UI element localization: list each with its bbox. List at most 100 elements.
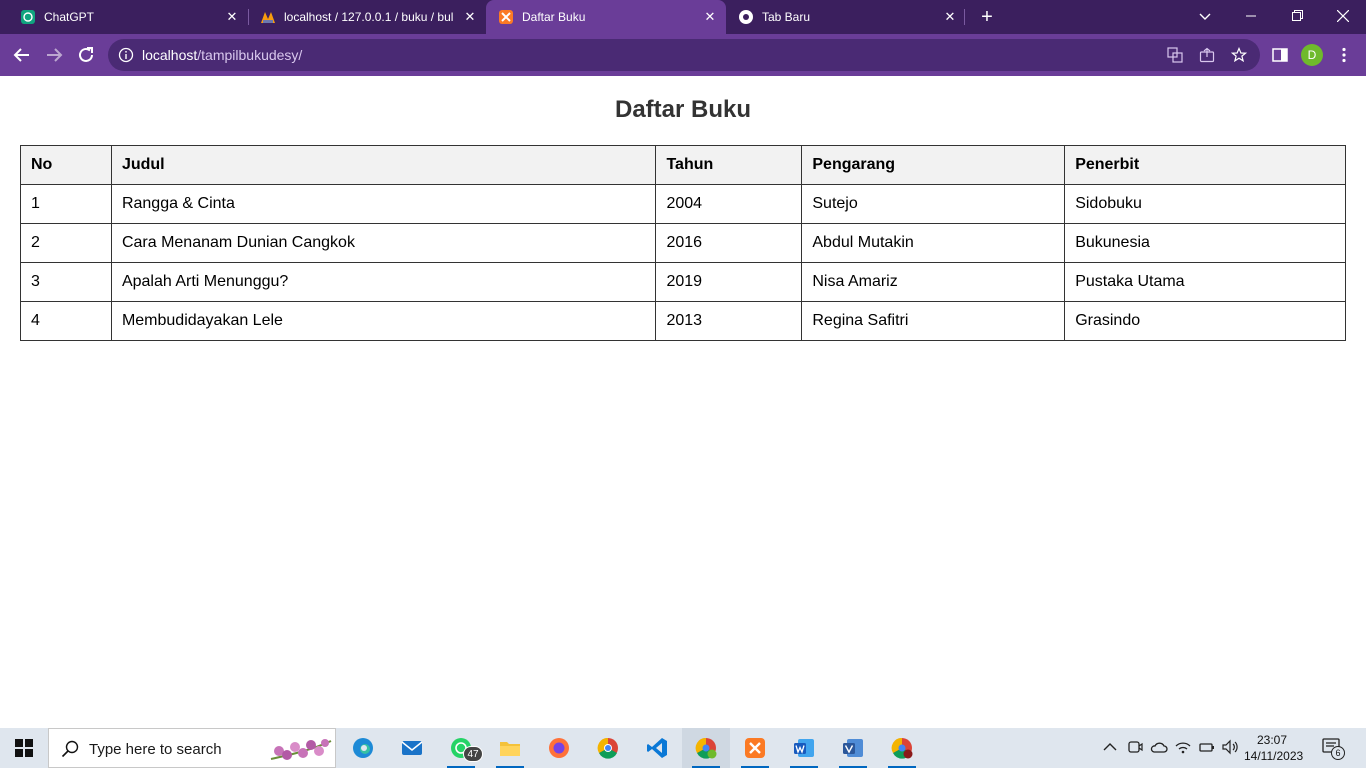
tab-title: Daftar Buku [522,10,586,24]
cell-penerbit: Grasindo [1064,301,1346,341]
wifi-icon[interactable] [1174,738,1192,756]
chrome-profile-icon [891,737,913,759]
taskbar-chrome-profile[interactable] [682,728,730,768]
tab-chatgpt[interactable]: ChatGPT ✕ [8,0,248,34]
table-row: 3 Apalah Arti Menunggu? 2019 Nisa Amariz… [20,262,1346,302]
onedrive-cloud-icon[interactable] [1150,738,1168,756]
cell-pengarang: Nisa Amariz [801,262,1066,302]
books-table: No Judul Tahun Pengarang Penerbit 1 Rang… [20,145,1346,341]
url-path: /tampilbukudesy/ [197,47,303,63]
cell-judul: Apalah Arti Menunggu? [110,262,657,302]
windows-logo-icon [15,739,33,757]
address-bar[interactable]: localhost/tampilbukudesy/ [108,39,1260,71]
vscode-icon [647,738,667,758]
folder-icon [500,742,520,756]
translate-icon[interactable] [1167,47,1183,63]
chrome-icon [739,10,753,24]
cell-no: 2 [20,223,112,263]
cell-penerbit: Bukunesia [1064,223,1346,263]
cell-judul: Cara Menanam Dunian Cangkok [110,223,657,263]
taskbar-mail[interactable] [388,728,436,768]
page-content: Daftar Buku No Judul Tahun Pengarang Pen… [0,76,1366,728]
taskbar-chrome-profile-2[interactable] [878,728,926,768]
chrome-icon [597,737,618,759]
column-header-no: No [20,145,112,185]
xampp-icon [745,738,765,758]
taskbar-word[interactable] [780,728,828,768]
chrome-profile-icon [695,737,717,759]
page-title: Daftar Buku [614,96,752,123]
notification-center-button[interactable]: 6 [1322,738,1345,760]
taskbar-chrome[interactable] [584,728,632,768]
table-row: 4 Membudidayakan Lele 2013 Regina Safitr… [20,301,1346,341]
column-header-penerbit: Penerbit [1064,145,1346,185]
cell-no: 1 [20,184,112,224]
bookmark-star-icon[interactable] [1231,47,1247,63]
cell-no: 3 [20,262,112,302]
reload-button[interactable] [74,43,98,67]
show-hidden-icons-chevron-icon[interactable] [1101,738,1119,756]
taskbar-edge[interactable] [339,728,387,768]
cell-penerbit: Pustaka Utama [1064,262,1346,302]
word-icon [794,739,814,757]
url-host: localhost [142,47,198,63]
firefox-icon [549,738,569,758]
taskbar-xampp[interactable] [731,728,779,768]
taskbar-firefox[interactable] [535,728,583,768]
chatgpt-icon [21,10,35,24]
close-window-button[interactable] [1323,4,1363,28]
close-tab-icon[interactable]: ✕ [462,9,478,25]
cell-pengarang: Regina Safitri [801,301,1066,341]
tab-title: localhost / 127.0.0.1 / buku / bul [284,10,454,24]
side-panel-icon[interactable] [1271,46,1289,64]
site-info-icon[interactable] [118,47,134,63]
close-tab-icon[interactable]: ✕ [224,9,240,25]
profile-avatar[interactable]: D [1301,44,1323,66]
cell-tahun: 2004 [655,184,803,224]
battery-icon[interactable] [1198,738,1216,756]
tab-daftar-buku[interactable]: Daftar Buku ✕ [486,0,726,34]
tab-tab-baru[interactable]: Tab Baru ✕ [726,0,964,34]
start-button[interactable] [0,728,48,768]
forward-button[interactable] [42,43,66,67]
xampp-icon [499,10,513,24]
taskbar-visio[interactable] [829,728,877,768]
cell-pengarang: Sutejo [801,184,1066,224]
tab-phpmyadmin[interactable]: localhost / 127.0.0.1 / buku / bul ✕ [248,0,488,34]
new-tab-button[interactable]: + [976,6,998,28]
table-header-row: No Judul Tahun Pengarang Penerbit [20,145,1346,185]
column-header-judul: Judul [110,145,657,185]
taskbar-whatsapp[interactable]: 47 [437,728,485,768]
windows-taskbar: Type here to search 47 23:07 14/11/2023 … [0,728,1366,768]
share-icon[interactable] [1199,47,1215,63]
cell-judul: Membudidayakan Lele [110,301,657,341]
volume-icon[interactable] [1221,738,1239,756]
url-text[interactable]: localhost/tampilbukudesy/ [142,47,302,63]
taskbar-file-explorer[interactable] [486,728,534,768]
cell-tahun: 2019 [655,262,803,302]
table-row: 2 Cara Menanam Dunian Cangkok 2016 Abdul… [20,223,1346,263]
table-row: 1 Rangga & Cinta 2004 Sutejo Sidobuku [20,184,1346,224]
close-tab-icon[interactable]: ✕ [702,9,718,25]
tab-search-chevron-icon[interactable] [1185,4,1225,28]
restore-button[interactable] [1277,4,1317,28]
edge-icon [353,738,373,758]
mail-icon [401,741,423,755]
close-tab-icon[interactable]: ✕ [942,9,958,25]
more-menu-icon[interactable] [1335,46,1353,64]
column-header-pengarang: Pengarang [801,145,1066,185]
cell-penerbit: Sidobuku [1064,184,1346,224]
notification-count-badge: 6 [1331,746,1345,760]
taskbar-vscode[interactable] [633,728,681,768]
taskbar-clock[interactable]: 23:07 14/11/2023 [1244,732,1303,764]
column-header-tahun: Tahun [655,145,803,185]
cell-no: 4 [20,301,112,341]
back-button[interactable] [10,43,34,67]
meet-now-icon[interactable] [1126,738,1144,756]
cell-pengarang: Abdul Mutakin [801,223,1066,263]
clock-time: 23:07 [1256,733,1288,747]
taskbar-search-box[interactable]: Type here to search [48,728,336,768]
search-placeholder: Type here to search [89,741,222,758]
minimize-button[interactable] [1231,4,1271,28]
browser-tab-strip: ChatGPT ✕ localhost / 127.0.0.1 / buku /… [0,0,1366,34]
